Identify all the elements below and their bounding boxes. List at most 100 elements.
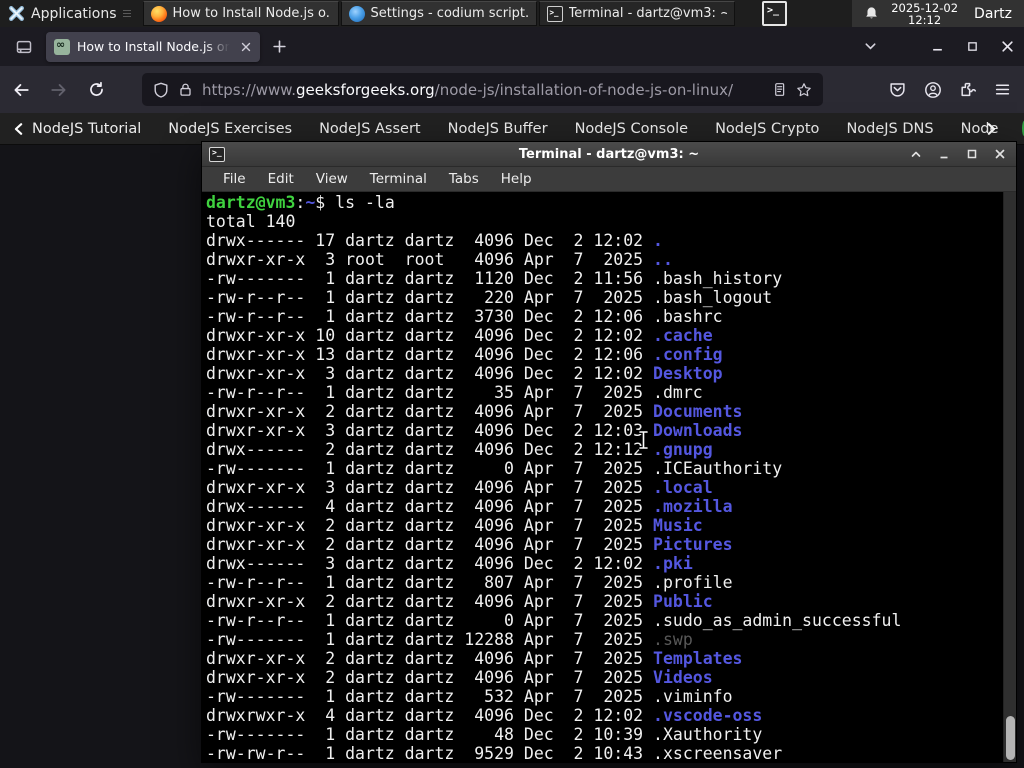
terminal-listing-row: drwx------ 3 dartz dartz 4096 Dec 2 12:0… (206, 554, 693, 573)
account-icon[interactable] (924, 81, 942, 99)
panel-clock[interactable]: 2025-12-02 12:12 (891, 2, 958, 26)
file-name: .ICEauthority (653, 459, 783, 478)
terminal-menu-item[interactable]: Terminal (359, 168, 438, 190)
terminal-tray-icon[interactable] (762, 1, 787, 26)
firefox-view-button[interactable] (10, 34, 38, 60)
file-name: Pictures (653, 535, 733, 554)
browser-tab[interactable]: How to Install Node.js on (46, 31, 260, 62)
reader-mode-icon[interactable] (772, 82, 787, 97)
terminal-listing-row: -rw-r--r-- 1 dartz dartz 0 Apr 7 2025 .s… (206, 611, 902, 630)
terminal-maximize-button[interactable] (963, 145, 981, 163)
pocket-icon[interactable] (889, 81, 907, 99)
terminal-listing-row: -rw------- 1 dartz dartz 532 Apr 7 2025 … (206, 687, 733, 706)
clock-time: 12:12 (908, 12, 942, 27)
desktop-panel: Applications How to Install Node.js o...… (0, 0, 1024, 27)
terminal-listing-row: drwx------ 2 dartz dartz 4096 Dec 2 12:1… (206, 440, 713, 459)
codium-icon (348, 5, 365, 22)
terminal-listing-row: drwxr-xr-x 2 dartz dartz 4096 Apr 7 2025… (206, 516, 703, 535)
taskbar-window-title: How to Install Node.js o... (172, 6, 331, 21)
terminal-listing-row: drwx------ 17 dartz dartz 4096 Dec 2 12:… (206, 231, 663, 250)
prompt-command: ls -la (335, 193, 395, 212)
firefox-icon (150, 5, 167, 22)
file-name: .cache (653, 326, 713, 345)
nav-scroll-left-chevron-icon[interactable] (12, 122, 26, 136)
terminal-listing-row: drwxr-xr-x 2 dartz dartz 4096 Apr 7 2025… (206, 668, 713, 687)
terminal-listing-row: -rw-r--r-- 1 dartz dartz 3730 Dec 2 12:0… (206, 307, 723, 326)
terminal-listing-row: -rw------- 1 dartz dartz 48 Dec 2 10:39 … (206, 725, 763, 744)
terminal-listing-row: -rw------- 1 dartz dartz 12288 Apr 7 202… (206, 630, 693, 649)
terminal-listing-row: drwxr-xr-x 13 dartz dartz 4096 Dec 2 12:… (206, 345, 723, 364)
nav-link[interactable]: NodeJS Buffer (448, 121, 548, 137)
connection-lock-icon[interactable] (178, 82, 193, 97)
terminal-menubar: File Edit View Terminal Tabs Help (202, 167, 1016, 192)
taskbar: How to Install Node.js o... Settings - c… (142, 0, 736, 27)
file-name: .bash_logout (653, 288, 773, 307)
nav-link[interactable]: NodeJS Console (575, 121, 689, 137)
file-name: Desktop (653, 364, 723, 383)
terminal-listing-row: -rw-r--r-- 1 dartz dartz 35 Apr 7 2025 .… (206, 383, 703, 402)
terminal-shade-button[interactable] (907, 145, 925, 163)
terminal-listing-row: -rw------- 1 dartz dartz 1120 Dec 2 11:5… (206, 269, 783, 288)
nav-link[interactable]: NodeJS Exercises (168, 121, 292, 137)
reload-button[interactable] (88, 81, 106, 99)
firefox-tab-bar: How to Install Node.js on (0, 27, 1024, 66)
terminal-title: Terminal - dartz@vm3: ~ (518, 146, 700, 162)
window-maximize-button[interactable] (965, 41, 979, 52)
terminal-listing-row: drwxr-xr-x 3 dartz dartz 4096 Dec 2 12:0… (206, 364, 723, 383)
url-text: https://www.geeksforgeeks.org/node-js/in… (202, 80, 734, 99)
taskbar-window-button[interactable]: Terminal - dartz@vm3: ~ (538, 1, 735, 26)
back-button[interactable] (12, 81, 30, 99)
new-tab-button[interactable] (272, 39, 287, 54)
terminal-titlebar[interactable]: Terminal - dartz@vm3: ~ (202, 142, 1016, 167)
window-close-button[interactable] (1000, 40, 1014, 53)
terminal-window: Terminal - dartz@vm3: ~ FileEditViewTerm… (201, 141, 1017, 763)
nav-link[interactable]: NodeJS Tutorial (32, 121, 141, 137)
panel-separator (122, 10, 131, 17)
terminal-menu-item[interactable]: Help (490, 168, 543, 190)
bookmark-star-icon[interactable] (796, 82, 812, 98)
terminal-menu-item[interactable]: File (212, 168, 257, 190)
file-name: Documents (653, 402, 743, 421)
notification-bell-icon[interactable] (864, 6, 879, 21)
forward-button[interactable] (50, 81, 68, 99)
nav-link[interactable]: NodeJS Assert (319, 121, 421, 137)
terminal-listing-row: drwx------ 4 dartz dartz 4096 Apr 7 2025… (206, 497, 733, 516)
extensions-icon[interactable] (959, 81, 977, 99)
terminal-listing-row: drwxrwxr-x 4 dartz dartz 4096 Dec 2 12:0… (206, 706, 763, 725)
tab-close-icon[interactable] (240, 41, 252, 53)
terminal-menu-item[interactable]: View (305, 168, 359, 190)
file-name: .local (653, 478, 713, 497)
nav-link[interactable]: NodeJS Crypto (715, 121, 819, 137)
terminal-screen[interactable]: dartz@vm3:~$ ls -la total 140 drwx------… (202, 192, 1016, 762)
taskbar-window-button[interactable]: How to Install Node.js o... (142, 1, 339, 26)
file-name: .bashrc (653, 307, 723, 326)
mouse-ibeam-cursor (638, 430, 649, 450)
applications-menu-button[interactable]: Applications (0, 0, 142, 27)
tracking-protection-shield-icon[interactable] (153, 82, 169, 98)
user-menu[interactable]: Dartz (970, 6, 1012, 22)
terminal-total-line: total 140 (206, 212, 296, 231)
file-name: .mozilla (653, 497, 733, 516)
terminal-scrollbar-thumb[interactable] (1006, 716, 1015, 760)
menu-hamburger-icon[interactable] (994, 81, 1012, 99)
window-minimize-button[interactable] (930, 40, 944, 53)
file-name: . (653, 231, 663, 250)
file-name: .xscreensaver (653, 744, 783, 762)
terminal-menu-item[interactable]: Edit (257, 168, 305, 190)
list-all-tabs-chevron-icon[interactable] (863, 39, 878, 54)
terminal-listing-row: -rw------- 1 dartz dartz 0 Apr 7 2025 .I… (206, 459, 783, 478)
terminal-menu-item[interactable]: Tabs (438, 168, 490, 190)
file-name: .Xauthority (653, 725, 763, 744)
terminal-listing-row: -rw-rw-r-- 1 dartz dartz 9529 Dec 2 10:4… (206, 744, 783, 762)
taskbar-window-button[interactable]: Settings - codium script... (340, 1, 537, 26)
panel-status-area: 2025-12-02 12:12 Dartz (852, 0, 1024, 27)
terminal-minimize-button[interactable] (935, 145, 953, 163)
file-name: Templates (653, 649, 743, 668)
terminal-scrollbar[interactable] (1003, 192, 1016, 762)
nav-link[interactable]: NodeJS DNS (846, 121, 933, 137)
terminal-close-button[interactable] (991, 145, 1009, 163)
terminal-listing-row: -rw-r--r-- 1 dartz dartz 220 Apr 7 2025 … (206, 288, 773, 307)
url-bar[interactable]: https://www.geeksforgeeks.org/node-js/in… (142, 73, 823, 106)
file-name: .vscode-oss (653, 706, 763, 725)
nav-scroll-right-chevron-icon[interactable] (984, 122, 998, 136)
